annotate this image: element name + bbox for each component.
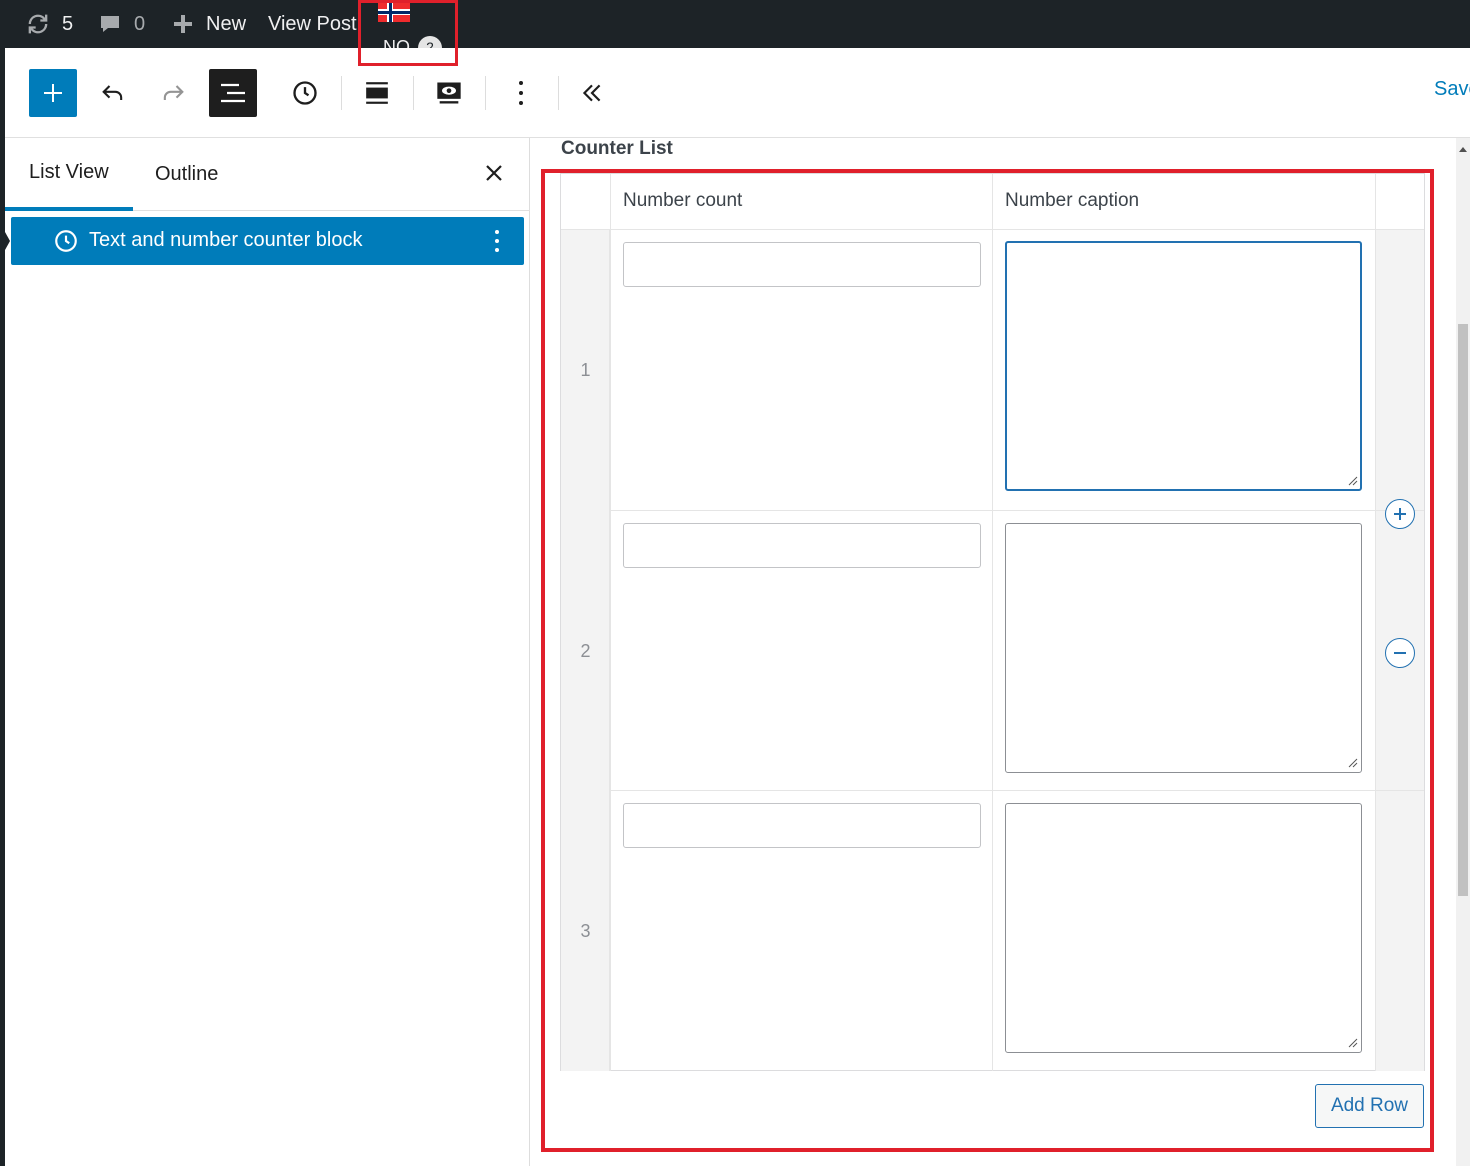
preview-button[interactable] [425, 69, 473, 117]
number-count-input[interactable] [623, 242, 981, 287]
list-view-icon [221, 83, 245, 103]
list-item-label: Text and number counter block [89, 229, 363, 251]
resize-grip-icon[interactable] [1348, 1038, 1358, 1048]
updates-count: 5 [62, 12, 74, 35]
comments-count: 0 [134, 12, 146, 35]
align-icon [366, 82, 388, 104]
refresh-icon [28, 14, 48, 34]
column-header-number-caption: Number caption [1005, 190, 1140, 211]
collapse-button[interactable] [568, 69, 616, 117]
selection-caret [0, 223, 10, 259]
admin-bar: 5 0 New View Post NO 2 [0, 0, 1470, 48]
add-row-after-button[interactable] [1385, 499, 1415, 529]
remove-row-button[interactable] [1385, 638, 1415, 668]
scrollbar-thumb[interactable] [1458, 324, 1468, 896]
view-post-link[interactable]: View Post [268, 0, 357, 48]
plus-icon [174, 15, 192, 33]
resize-grip-icon[interactable] [1348, 476, 1358, 486]
comment-icon [101, 16, 119, 32]
resize-grip-icon[interactable] [1348, 758, 1358, 768]
toolbar-divider [485, 76, 486, 110]
main-scrollbar[interactable] [1456, 138, 1470, 1166]
preview-icon [437, 82, 461, 104]
row-divider [610, 510, 1424, 511]
editor-toolbar: Save [5, 48, 1470, 138]
row-number: 3 [580, 921, 591, 941]
repeater-table: Number count Number caption 1 2 3 [560, 173, 1425, 1071]
language-highlight-box [358, 0, 458, 66]
plus-icon [1394, 508, 1406, 520]
add-row-button[interactable]: Add Row [1315, 1084, 1424, 1128]
number-count-input[interactable] [623, 523, 981, 568]
number-caption-textarea[interactable] [1005, 523, 1362, 773]
sidebar-tabs: List View Outline [5, 138, 530, 211]
vertical-dots-icon[interactable] [494, 229, 500, 253]
vertical-dots-icon [519, 81, 523, 105]
toolbar-divider [413, 76, 414, 110]
column-header-number-count: Number count [623, 190, 743, 211]
block-settings-panel: Counter List Number count Number caption… [531, 138, 1470, 1166]
comments-item[interactable]: 0 [98, 0, 145, 48]
clock-icon [55, 230, 77, 252]
section-title: Counter List [561, 138, 673, 159]
undo-button[interactable] [89, 69, 137, 117]
number-count-input[interactable] [623, 803, 981, 848]
clock-icon [293, 81, 317, 105]
close-icon[interactable] [483, 162, 505, 184]
row-number: 2 [580, 641, 591, 661]
plus-icon [44, 84, 62, 102]
column-divider [1375, 174, 1376, 1071]
align-button[interactable] [353, 69, 401, 117]
list-view-sidebar: List View Outline Text and number counte… [5, 138, 530, 1166]
undo-icon [102, 85, 123, 100]
column-divider [992, 174, 993, 1071]
list-item-counter-block[interactable]: Text and number counter block [11, 217, 524, 265]
number-caption-textarea[interactable] [1005, 241, 1362, 491]
add-block-button[interactable] [29, 69, 77, 117]
tab-list-view[interactable]: List View [5, 138, 133, 211]
chevrons-left-icon [582, 84, 601, 102]
toolbar-divider [558, 76, 559, 110]
toolbar-divider [341, 76, 342, 110]
row-divider [610, 790, 1424, 791]
row-number: 1 [580, 360, 591, 380]
save-draft-link[interactable]: Save [1434, 78, 1470, 101]
list-view-button[interactable] [209, 69, 257, 117]
new-label: New [206, 12, 247, 35]
tab-outline[interactable]: Outline [155, 138, 218, 210]
minus-icon [1394, 652, 1406, 654]
revisions-button[interactable] [281, 69, 329, 117]
number-caption-textarea[interactable] [1005, 803, 1362, 1053]
new-item[interactable]: New [172, 0, 246, 48]
column-divider [610, 174, 611, 1071]
redo-button[interactable] [149, 69, 197, 117]
redo-icon [163, 85, 184, 100]
scroll-up-arrow-icon[interactable] [1459, 147, 1467, 152]
options-button[interactable] [497, 69, 545, 117]
updates-item[interactable]: 5 [24, 0, 73, 48]
